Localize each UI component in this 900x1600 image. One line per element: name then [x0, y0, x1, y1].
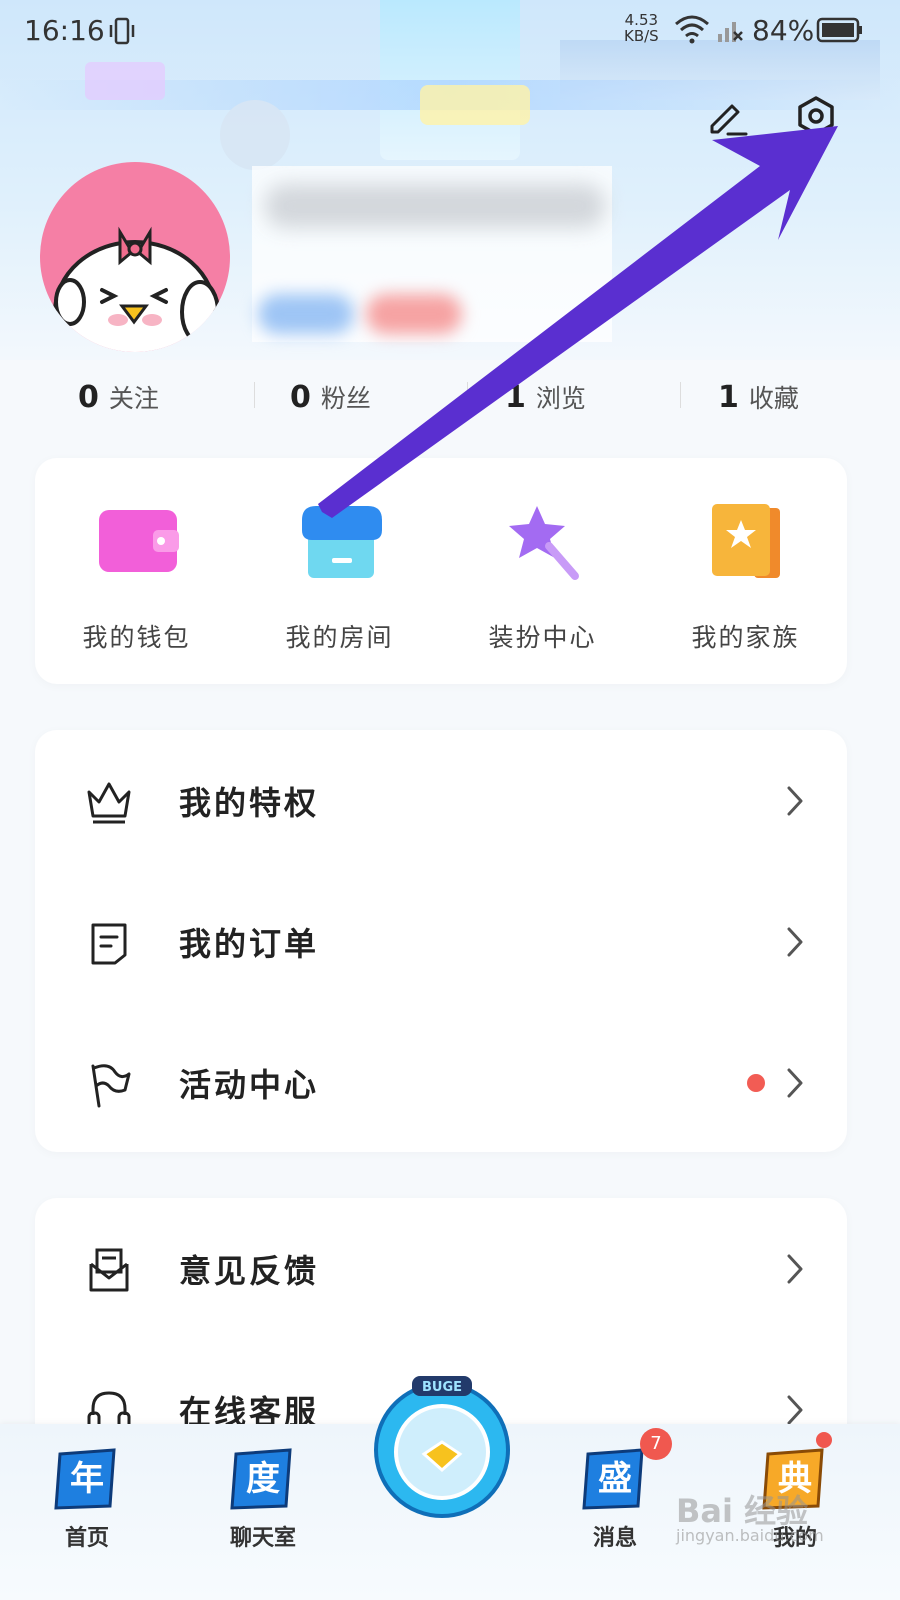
mine-notification-dot — [816, 1432, 832, 1448]
header-deco-sign — [85, 62, 165, 100]
tab-label: 聊天室 — [229, 1526, 296, 1551]
stat-label: 浏览 — [535, 384, 586, 413]
center-launch-button[interactable]: BUGE — [368, 1372, 516, 1520]
menu-item-label: 活动中心 — [179, 1066, 320, 1104]
vip-badge-blurred — [366, 294, 462, 334]
stat-divider — [680, 382, 681, 408]
profile-stats: 0 关注 0 粉丝 1 浏览 1 收藏 — [0, 372, 900, 422]
quick-action-label: 我的家族 — [691, 623, 800, 652]
magic-wand-icon — [509, 506, 579, 580]
quick-action-label: 我的房间 — [285, 623, 394, 652]
battery-icon — [816, 17, 862, 43]
flag-icon — [91, 1064, 131, 1108]
chevron-right-icon — [787, 1395, 803, 1425]
tab-label: 消息 — [592, 1526, 637, 1551]
level-badge-blurred — [258, 294, 354, 334]
feedback-mail-icon — [89, 1248, 129, 1292]
watermark-url: jingyan.baidu.com — [676, 1526, 824, 1545]
quick-action-dressup[interactable]: 装扮中心 — [441, 458, 644, 684]
wifi-icon — [675, 15, 709, 44]
menu-item-activity-center[interactable]: 活动中心 — [35, 1012, 847, 1152]
stat-label: 粉丝 — [320, 384, 371, 413]
chevron-right-icon — [787, 786, 803, 816]
stat-divider — [467, 382, 468, 408]
watermark: Bai 经验 — [676, 1492, 809, 1530]
tab-chatroom[interactable]: 度 聊天室 — [196, 1424, 346, 1600]
chevron-right-icon — [787, 1068, 803, 1098]
tab-home-glyph: 年 — [70, 1459, 104, 1499]
wallet-icon — [99, 510, 179, 572]
quick-action-family[interactable]: 我的家族 — [644, 458, 847, 684]
stat-count: 1 — [505, 379, 526, 415]
tab-chatroom-icon: 度 — [230, 1448, 292, 1510]
menu-item-feedback[interactable]: 意见反馈 — [35, 1198, 847, 1338]
quick-actions-card: 我的钱包 我的房间 装扮中心 我的家族 — [35, 458, 847, 684]
crown-icon — [87, 782, 131, 824]
stat-count: 0 — [290, 379, 311, 415]
tab-label: 首页 — [64, 1526, 109, 1551]
tab-home-icon: 年 — [54, 1448, 116, 1510]
menu-item-label: 意见反馈 — [179, 1252, 320, 1290]
menu-item-label: 我的特权 — [179, 784, 320, 822]
chevron-right-icon — [787, 1254, 803, 1284]
family-book-icon — [712, 504, 780, 578]
net-speed-unit: KB/S — [624, 27, 659, 45]
stat-divider — [254, 382, 255, 408]
stat-follow[interactable]: 0 关注 — [78, 372, 159, 422]
notification-dot — [747, 1074, 765, 1092]
quick-action-room[interactable]: 我的房间 — [238, 458, 441, 684]
tab-home[interactable]: 年 首页 — [20, 1424, 170, 1600]
status-bar: 16:16 4.53 KB/S 84% — [0, 0, 900, 62]
pencil-icon[interactable] — [704, 94, 748, 138]
center-button-label: BUGE — [422, 1380, 462, 1395]
room-store-icon — [302, 506, 382, 578]
quick-action-wallet[interactable]: 我的钱包 — [35, 458, 238, 684]
quick-action-label: 我的钱包 — [82, 623, 191, 652]
stat-label: 关注 — [108, 384, 159, 413]
quick-action-label: 装扮中心 — [488, 623, 597, 652]
chevron-right-icon — [787, 927, 803, 957]
battery-percent: 84% — [752, 14, 815, 47]
messages-badge: 7 — [640, 1428, 672, 1460]
stat-favorites[interactable]: 1 收藏 — [718, 372, 799, 422]
avatar-chick-icon — [53, 226, 220, 352]
order-icon — [91, 923, 127, 965]
menu-item-label: 我的订单 — [179, 925, 320, 963]
vibrate-icon — [109, 17, 135, 45]
menu-item-privileges[interactable]: 我的特权 — [35, 730, 847, 870]
net-speed-value: 4.53 — [624, 11, 659, 29]
net-speed: 4.53 KB/S — [624, 12, 659, 44]
stat-views[interactable]: 1 浏览 — [505, 372, 586, 422]
stat-count: 0 — [78, 379, 99, 415]
status-time: 16:16 — [24, 14, 105, 47]
avatar[interactable] — [40, 162, 230, 352]
stat-label: 收藏 — [748, 384, 799, 413]
tab-messages-icon: 盛 — [582, 1448, 644, 1510]
header-deco-ball — [220, 100, 290, 170]
tab-chatroom-glyph: 度 — [246, 1459, 280, 1499]
signal-icon — [718, 22, 743, 42]
camera-icon[interactable] — [794, 94, 838, 138]
menu-card-primary: 我的特权 我的订单 活动中心 — [35, 730, 847, 1152]
menu-item-orders[interactable]: 我的订单 — [35, 871, 847, 1011]
header-deco-panel — [420, 85, 530, 125]
username-blurred — [265, 184, 605, 228]
stat-count: 1 — [718, 379, 739, 415]
stat-fans[interactable]: 0 粉丝 — [290, 372, 371, 422]
tab-messages-glyph: 盛 — [598, 1459, 632, 1499]
